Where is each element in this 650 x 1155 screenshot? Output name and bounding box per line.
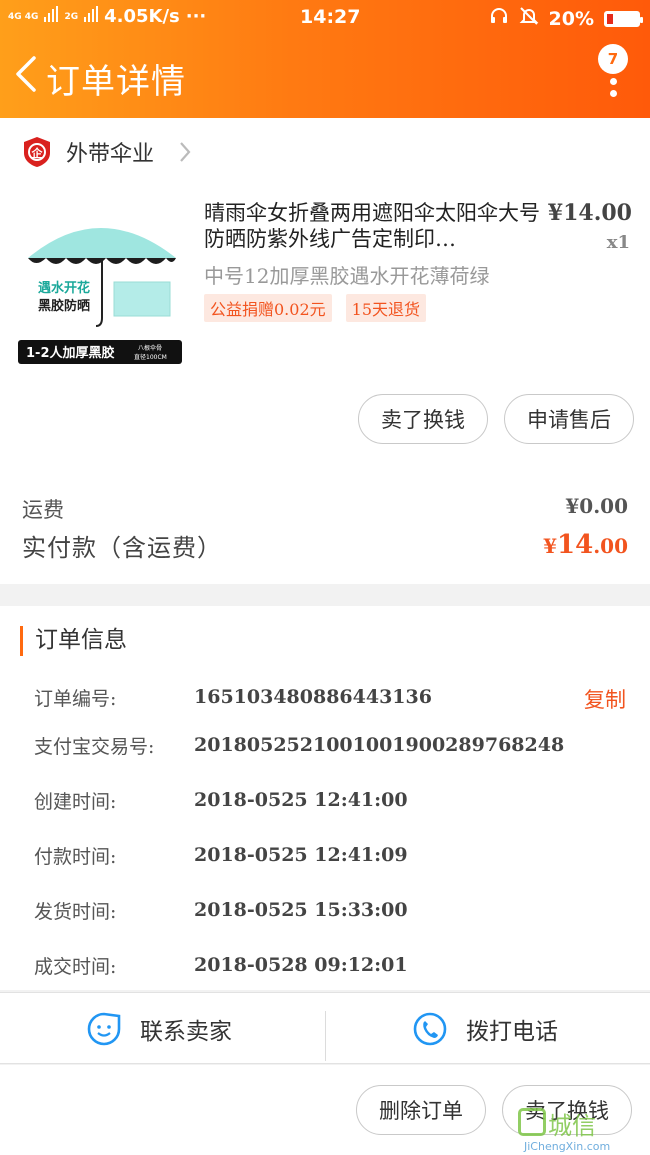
info-key: 订单编号: <box>34 688 117 710</box>
order-info-card: 订单信息 复制 订单编号: 165103480886443136 支付宝交易号:… <box>0 606 650 990</box>
section-title: 订单信息 <box>20 626 127 656</box>
info-row: 发货时间: 2018-0525 15:33:00 <box>34 897 634 931</box>
watermark-text: 城信 <box>548 1112 596 1140</box>
order-number: 165103480886443136 <box>194 686 432 708</box>
image-text-line1: 遇水开花 <box>38 280 90 296</box>
delete-order-button[interactable]: 删除订单 <box>356 1085 486 1135</box>
after-sale-button[interactable]: 申请售后 <box>504 394 634 444</box>
product-spec: 中号12加厚黑胶遇水开花薄荷绿 <box>204 264 490 288</box>
shop-logo-icon: 企 <box>24 137 50 167</box>
product-price: ¥14.00 <box>547 200 632 226</box>
product-tags: 公益捐赠0.02元 15天退货 <box>204 294 427 322</box>
paid-amount: ¥14.00 <box>543 530 628 560</box>
info-row: 创建时间: 2018-0525 12:41:00 <box>34 787 634 821</box>
top-bar: 4G 4G 2G 4.05K/s ··· 14:27 20% 订单详情 7 <box>0 0 650 118</box>
svg-text:企: 企 <box>31 146 44 160</box>
back-arrow-icon <box>16 56 36 92</box>
info-row: 订单编号: 165103480886443136 <box>34 684 634 718</box>
info-key: 创建时间: <box>34 791 117 813</box>
more-menu-button[interactable]: 7 <box>596 40 628 110</box>
status-bar: 4G 4G 2G 4.05K/s ··· 14:27 20% <box>0 0 650 34</box>
signal-icon <box>44 6 59 27</box>
shipped-time: 2018-0525 15:33:00 <box>194 899 408 921</box>
status-dots: ··· <box>185 6 207 27</box>
created-time: 2018-0525 12:41:00 <box>194 789 408 811</box>
sell-button[interactable]: 卖了换钱 <box>358 394 488 444</box>
item-actions: 卖了换钱 申请售后 <box>358 394 634 444</box>
paid-integer: 14 <box>557 530 594 560</box>
image-banner-small2: 直径100CM <box>134 353 167 361</box>
network-speed: 4.05K/s <box>104 6 180 27</box>
alipay-trade-number: 2018052521001001900289768248 <box>194 734 565 756</box>
network-indicator: 4G 4G <box>8 11 39 22</box>
contact-seller-button[interactable]: 联系卖家 <box>86 993 232 1065</box>
battery-icon <box>604 10 643 27</box>
product-title[interactable]: 晴雨伞女折叠两用遮阳伞太阳伞大号防晒防紫外线广告定制印… <box>204 200 540 252</box>
phone-icon <box>413 1012 447 1046</box>
network2-indicator: 2G <box>64 11 79 22</box>
signal2-icon <box>84 6 99 27</box>
shop-row[interactable]: 企 外带伞业 <box>22 132 192 172</box>
back-button[interactable] <box>8 50 44 98</box>
charity-tag: 公益捐赠0.02元 <box>204 294 332 322</box>
watermark-site: JiChengXin.com <box>524 1140 611 1153</box>
paid-time: 2018-0525 12:41:09 <box>194 844 408 866</box>
page-title: 订单详情 <box>46 62 186 102</box>
chat-face-icon <box>87 1012 121 1046</box>
headset-icon <box>489 6 509 31</box>
info-row: 成交时间: 2018-0528 09:12:01 <box>34 952 634 986</box>
info-key: 付款时间: <box>34 846 117 868</box>
return-tag: 15天退货 <box>345 294 427 322</box>
paid-label: 实付款（含运费） <box>22 534 222 562</box>
more-dot-icon <box>610 90 617 97</box>
product-quantity: x1 <box>606 232 630 253</box>
nav-bar: 订单详情 7 <box>0 34 650 118</box>
shipping-value: ¥0.00 <box>565 494 628 518</box>
battery-percent: 20% <box>548 7 594 30</box>
contact-seller-label: 联系卖家 <box>140 1019 232 1045</box>
paid-currency: ¥ <box>543 534 558 558</box>
status-time: 14:27 <box>300 6 361 28</box>
call-label: 拨打电话 <box>466 1019 558 1045</box>
chevron-right-icon <box>180 142 191 162</box>
product-card: 企 外带伞业 遇水开花 黑胶防晒 1-2人加厚黑胶 八根伞骨 直径100CM 晴… <box>0 118 650 584</box>
info-key: 支付宝交易号: <box>34 736 155 758</box>
info-row: 付款时间: 2018-0525 12:41:09 <box>34 842 634 876</box>
divider <box>325 1011 326 1061</box>
paid-decimal: .00 <box>593 534 628 558</box>
image-banner: 1-2人加厚黑胶 <box>26 345 115 361</box>
watermark-logo-icon <box>518 1108 546 1136</box>
image-text-line2: 黑胶防晒 <box>38 298 90 314</box>
info-key: 成交时间: <box>34 956 117 978</box>
more-dot-icon <box>610 78 617 85</box>
completed-time: 2018-0528 09:12:01 <box>194 954 408 976</box>
image-banner-small1: 八根伞骨 <box>138 344 162 352</box>
mute-bell-icon <box>519 6 539 31</box>
watermark: 城信 JiChengXin.com <box>516 1104 646 1155</box>
info-row: 支付宝交易号: 2018052521001001900289768248 <box>34 732 634 766</box>
info-key: 发货时间: <box>34 901 117 923</box>
notification-badge: 7 <box>598 44 628 74</box>
shipping-label: 运费 <box>22 498 64 522</box>
product-image[interactable]: 遇水开花 黑胶防晒 1-2人加厚黑胶 八根伞骨 直径100CM <box>18 200 182 364</box>
call-button[interactable]: 拨打电话 <box>412 993 558 1065</box>
shop-name: 外带伞业 <box>66 142 155 167</box>
contact-bar: 联系卖家 拨打电话 <box>0 992 650 1064</box>
